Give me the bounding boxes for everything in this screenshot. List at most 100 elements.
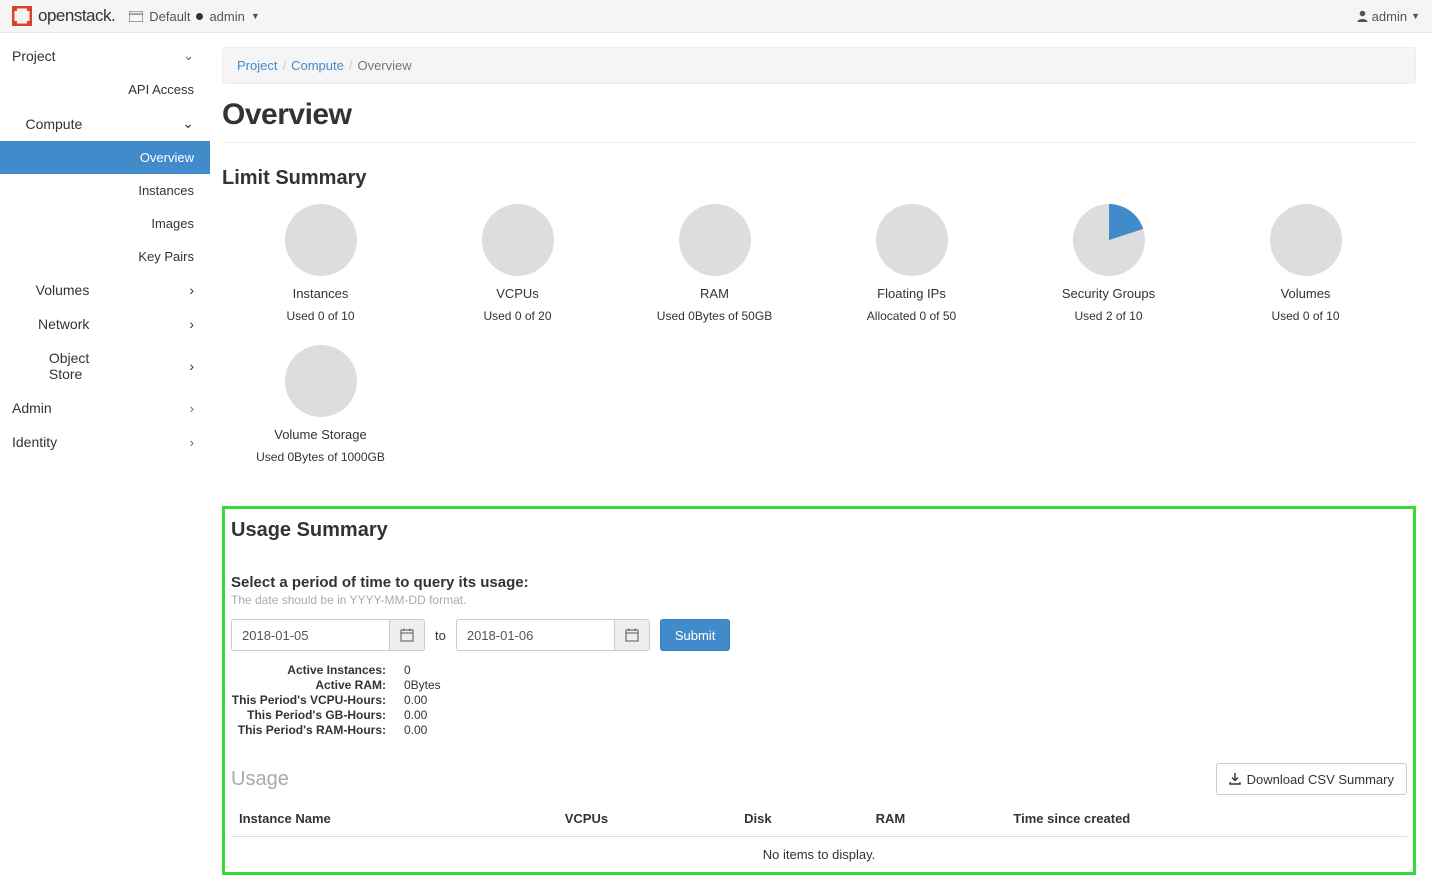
quota-value: Used 0 of 10 <box>222 309 419 323</box>
calendar-icon <box>625 628 639 642</box>
quota-item: Security Groups Used 2 of 10 <box>1010 204 1207 323</box>
openstack-icon <box>12 6 32 26</box>
sidebar-item-label: Project <box>12 48 56 64</box>
stat-key: Active Instances: <box>231 663 386 677</box>
quota-value: Used 2 of 10 <box>1010 309 1207 323</box>
quota-pie <box>285 345 357 417</box>
context-project: admin <box>209 9 244 24</box>
page-title: Overview <box>222 98 1416 132</box>
breadcrumb-current: Overview <box>357 58 411 73</box>
sidebar-network[interactable]: Network› <box>0 307 210 341</box>
quota-item: Instances Used 0 of 10 <box>222 204 419 323</box>
chevron-down-icon: ⌄ <box>182 115 194 132</box>
chevron-right-icon: › <box>190 435 194 450</box>
divider <box>222 142 1416 143</box>
stat-value: 0Bytes <box>404 678 1407 692</box>
download-label: Download CSV Summary <box>1247 772 1394 787</box>
sidebar-volumes[interactable]: Volumes › <box>0 273 210 307</box>
quota-pie <box>679 204 751 276</box>
stat-key: Active RAM: <box>231 678 386 692</box>
sidebar: Project ⌄ API Access Compute ⌄ Overview In… <box>0 33 210 895</box>
sidebar-object-store[interactable]: Object Store› <box>0 341 210 391</box>
quota-value: Used 0 of 20 <box>419 309 616 323</box>
quota-value: Used 0 of 10 <box>1207 309 1404 323</box>
sidebar-compute[interactable]: Compute ⌄ <box>0 106 210 141</box>
calendar-button-to[interactable] <box>614 619 650 651</box>
sidebar-project[interactable]: Project ⌄ <box>0 39 210 73</box>
table-header: Instance Name <box>231 801 557 837</box>
breadcrumb-compute[interactable]: Compute <box>291 58 344 73</box>
sidebar-item-label: Admin <box>12 400 52 416</box>
quota-pie <box>285 204 357 276</box>
quota-pie <box>1270 204 1342 276</box>
quota-item: RAM Used 0Bytes of 50GB <box>616 204 813 323</box>
stat-value: 0.00 <box>404 693 1407 707</box>
chevron-right-icon: › <box>189 358 194 374</box>
topbar-left: openstack. Default admin ▼ <box>12 6 260 26</box>
date-from-input[interactable] <box>231 619 389 651</box>
stat-key: This Period's GB-Hours: <box>231 708 386 722</box>
brand-text: openstack. <box>38 6 115 26</box>
date-from-group <box>231 619 425 651</box>
table-header: Disk <box>736 801 867 837</box>
submit-button[interactable]: Submit <box>660 619 730 651</box>
quota-label: VCPUs <box>419 286 616 301</box>
usage-summary-title: Usage Summary <box>231 519 1407 542</box>
stat-key: This Period's VCPU-Hours: <box>231 693 386 707</box>
period-label: Select a period of time to query its usa… <box>231 574 1407 591</box>
brand-logo[interactable]: openstack. <box>12 6 115 26</box>
calendar-icon <box>400 628 414 642</box>
table-header: Time since created <box>1005 801 1407 837</box>
context-switcher[interactable]: Default admin ▼ <box>129 9 260 24</box>
quota-value: Allocated 0 of 50 <box>813 309 1010 323</box>
quota-label: Floating IPs <box>813 286 1010 301</box>
usage-header: Usage Download CSV Summary <box>231 763 1407 795</box>
quota-item: VCPUs Used 0 of 20 <box>419 204 616 323</box>
calendar-button-from[interactable] <box>389 619 425 651</box>
sidebar-item-label: Volumes <box>36 282 90 298</box>
sidebar-overview[interactable]: Overview <box>0 141 210 174</box>
stat-value: 0 <box>404 663 1407 677</box>
topbar: openstack. Default admin ▼ admin ▼ <box>0 0 1432 33</box>
usage-title: Usage <box>231 768 289 791</box>
user-icon <box>1357 10 1368 22</box>
usage-table: Instance NameVCPUsDiskRAMTime since crea… <box>231 801 1407 872</box>
quota-label: Volume Storage <box>222 427 419 442</box>
breadcrumb-project[interactable]: Project <box>237 58 277 73</box>
quota-pie <box>482 204 554 276</box>
date-to-group <box>456 619 650 651</box>
sidebar-item-label: Network <box>38 316 89 332</box>
sidebar-api-access[interactable]: API Access <box>0 73 210 106</box>
sidebar-item-label: Compute <box>25 116 82 132</box>
quota-value: Used 0Bytes of 50GB <box>616 309 813 323</box>
table-header: RAM <box>868 801 1006 837</box>
breadcrumb: Project/Compute/Overview <box>222 47 1416 84</box>
empty-message: No items to display. <box>231 837 1407 873</box>
quota-item: Floating IPs Allocated 0 of 50 <box>813 204 1010 323</box>
chevron-right-icon: › <box>190 401 194 416</box>
user-label: admin <box>1372 9 1407 24</box>
to-label: to <box>435 628 446 643</box>
download-csv-button[interactable]: Download CSV Summary <box>1216 763 1407 795</box>
sidebar-identity[interactable]: Identity› <box>0 425 210 459</box>
domain-icon <box>129 11 143 22</box>
sidebar-instances[interactable]: Instances <box>0 174 210 207</box>
chevron-down-icon: ⌄ <box>183 48 194 64</box>
user-menu[interactable]: admin ▼ <box>1357 9 1420 24</box>
quota-value: Used 0Bytes of 1000GB <box>222 450 419 464</box>
table-header: VCPUs <box>557 801 736 837</box>
stat-key: This Period's RAM-Hours: <box>231 723 386 737</box>
date-to-input[interactable] <box>456 619 614 651</box>
quota-item: Volume Storage Used 0Bytes of 1000GB <box>222 345 419 464</box>
table-empty-row: No items to display. <box>231 837 1407 873</box>
main-content: Project/Compute/Overview Overview Limit … <box>210 33 1432 895</box>
sidebar-images[interactable]: Images <box>0 207 210 240</box>
sidebar-key-pairs[interactable]: Key Pairs <box>0 240 210 273</box>
chevron-right-icon: › <box>189 282 194 298</box>
period-hint: The date should be in YYYY-MM-DD format. <box>231 593 1407 607</box>
download-icon <box>1229 773 1241 785</box>
quota-item: Volumes Used 0 of 10 <box>1207 204 1404 323</box>
date-row: to Submit <box>231 619 1407 651</box>
stat-value: 0.00 <box>404 723 1407 737</box>
sidebar-admin[interactable]: Admin › <box>0 391 210 425</box>
